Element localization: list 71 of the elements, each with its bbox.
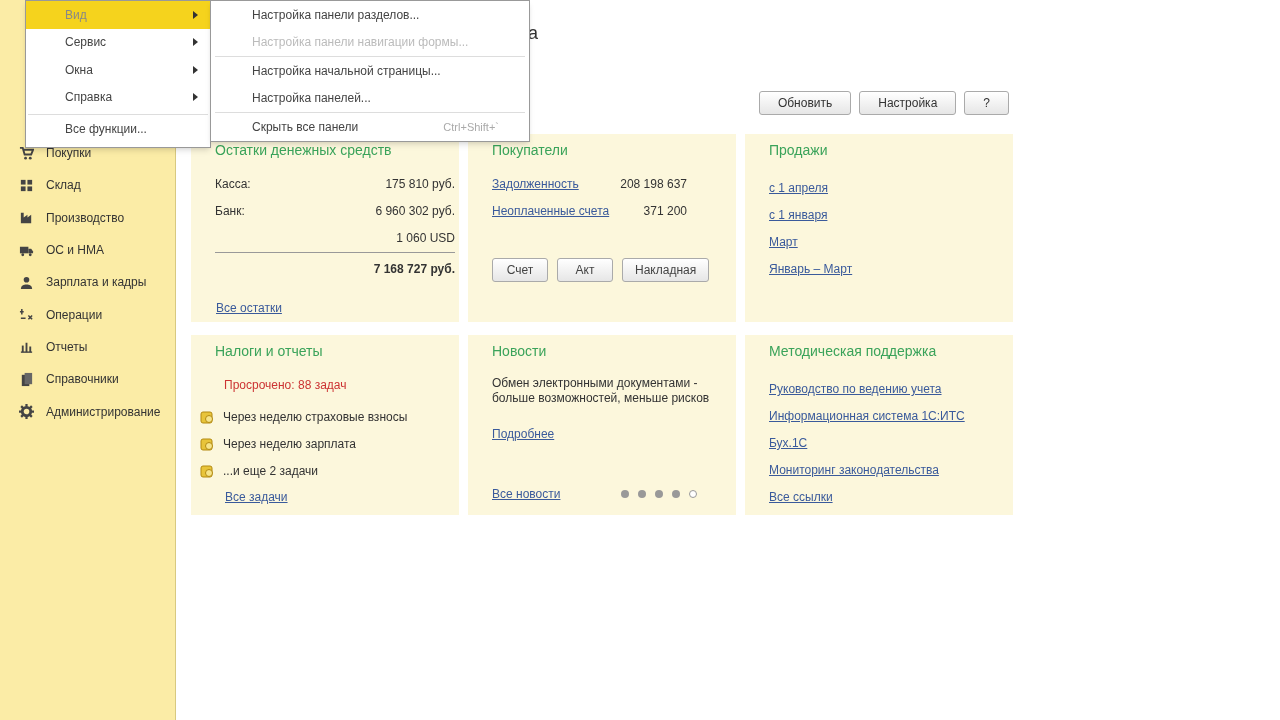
sidebar-item[interactable]: Операции <box>0 298 175 331</box>
sidebar-item[interactable]: Производство <box>0 201 175 234</box>
grid-icon <box>19 177 34 193</box>
task-icon <box>200 463 214 478</box>
menu-item[interactable]: Настройка начальной страницы... <box>211 57 529 85</box>
sidebar-item[interactable]: ОС и НМА <box>0 233 175 267</box>
link[interactable]: Информационная система 1С:ИТС <box>769 409 965 423</box>
link[interactable]: Задолженность <box>492 175 579 202</box>
toolbar-button[interactable]: Настройка <box>859 91 957 115</box>
card-title: Налоги и отчеты <box>215 342 324 361</box>
sidebar-item[interactable]: Администрирование <box>0 395 175 428</box>
cart-icon <box>19 145 34 161</box>
row-label: Банк: <box>215 203 245 220</box>
row-label: Касса: <box>215 176 251 193</box>
menu-item[interactable]: Окна <box>26 56 210 84</box>
person-icon <box>19 274 34 290</box>
task-text: Через неделю страховые взносы <box>223 408 408 426</box>
amount: 6 960 302 руб. <box>375 203 455 220</box>
sidebar-item[interactable]: Отчеты <box>0 330 175 364</box>
settings-icon <box>19 404 34 419</box>
task-icon <box>200 436 214 451</box>
card-button[interactable]: Счет <box>492 258 548 282</box>
link[interactable]: Мониторинг законодательства <box>769 463 939 477</box>
link[interactable]: с 1 января <box>769 208 828 222</box>
task-icon <box>200 409 214 424</box>
link[interactable]: Все задачи <box>225 490 288 504</box>
toolbar-button[interactable]: Обновить <box>758 91 852 115</box>
news-text: Обмен электронными документами - больше возможностей, меньше рисков <box>492 376 711 406</box>
toolbar-button[interactable]: ? <box>964 91 1009 115</box>
link[interactable]: Руководство по ведению учета <box>769 382 942 396</box>
link[interactable]: с 1 апреля <box>769 181 828 195</box>
link[interactable]: Январь – Март <box>769 262 853 276</box>
task-text: Через неделю зарплата <box>223 435 357 453</box>
menu-item: Настройка панели навигации формы... <box>251 34 470 52</box>
menu-item[interactable]: Сервис <box>26 28 210 56</box>
card-title: Новости <box>492 342 548 361</box>
link[interactable]: Неоплаченные счета <box>492 202 610 229</box>
submenu-arrow-icon <box>193 65 198 74</box>
card-button[interactable]: Накладная <box>622 258 710 282</box>
amount: 1 060 USD <box>396 230 455 247</box>
menu-item[interactable]: Настройка панели разделов... <box>211 1 529 29</box>
card-title: Продажи <box>769 141 829 160</box>
shortcut-label: Ctrl+Shift+` <box>443 119 499 135</box>
card-title: Методическая поддержка <box>769 342 938 361</box>
menu-item[interactable]: Справка <box>26 83 210 111</box>
link[interactable]: Все новости <box>492 485 561 503</box>
menu-item[interactable]: Настройка панелей... <box>211 84 529 112</box>
factory-icon <box>19 210 34 226</box>
submenu-arrow-icon <box>193 93 198 102</box>
amount: 371 200 <box>643 203 687 220</box>
card-title: Покупатели <box>492 141 569 160</box>
total-amount: 7 168 727 руб. <box>373 261 455 278</box>
books-icon <box>19 371 34 387</box>
card-button[interactable]: Акт <box>557 258 613 282</box>
task-text: ...и еще 2 задачи <box>223 462 318 480</box>
sidebar-item[interactable]: Зарплата и кадры <box>0 266 175 299</box>
link[interactable]: Бух.1С <box>769 436 808 450</box>
amount: 208 198 637 <box>620 176 687 193</box>
operations-icon <box>19 307 34 323</box>
link[interactable]: Все остатки <box>216 301 282 315</box>
sidebar-item[interactable]: Склад <box>0 169 175 202</box>
submenu-arrow-icon <box>193 10 198 19</box>
link[interactable]: Все ссылки <box>769 490 833 504</box>
submenu-arrow-icon <box>193 38 198 47</box>
link[interactable]: Март <box>769 235 798 249</box>
menu-item[interactable]: Скрыть все панели Ctrl+Shift+` <box>211 113 529 141</box>
card-title: Остатки денежных средств <box>215 141 393 160</box>
overdue-text: Просрочено: 88 задач <box>223 377 348 394</box>
sidebar-item[interactable]: Справочники <box>0 363 175 396</box>
link[interactable]: Подробнее <box>492 427 555 441</box>
amount: 175 810 руб. <box>385 176 455 193</box>
